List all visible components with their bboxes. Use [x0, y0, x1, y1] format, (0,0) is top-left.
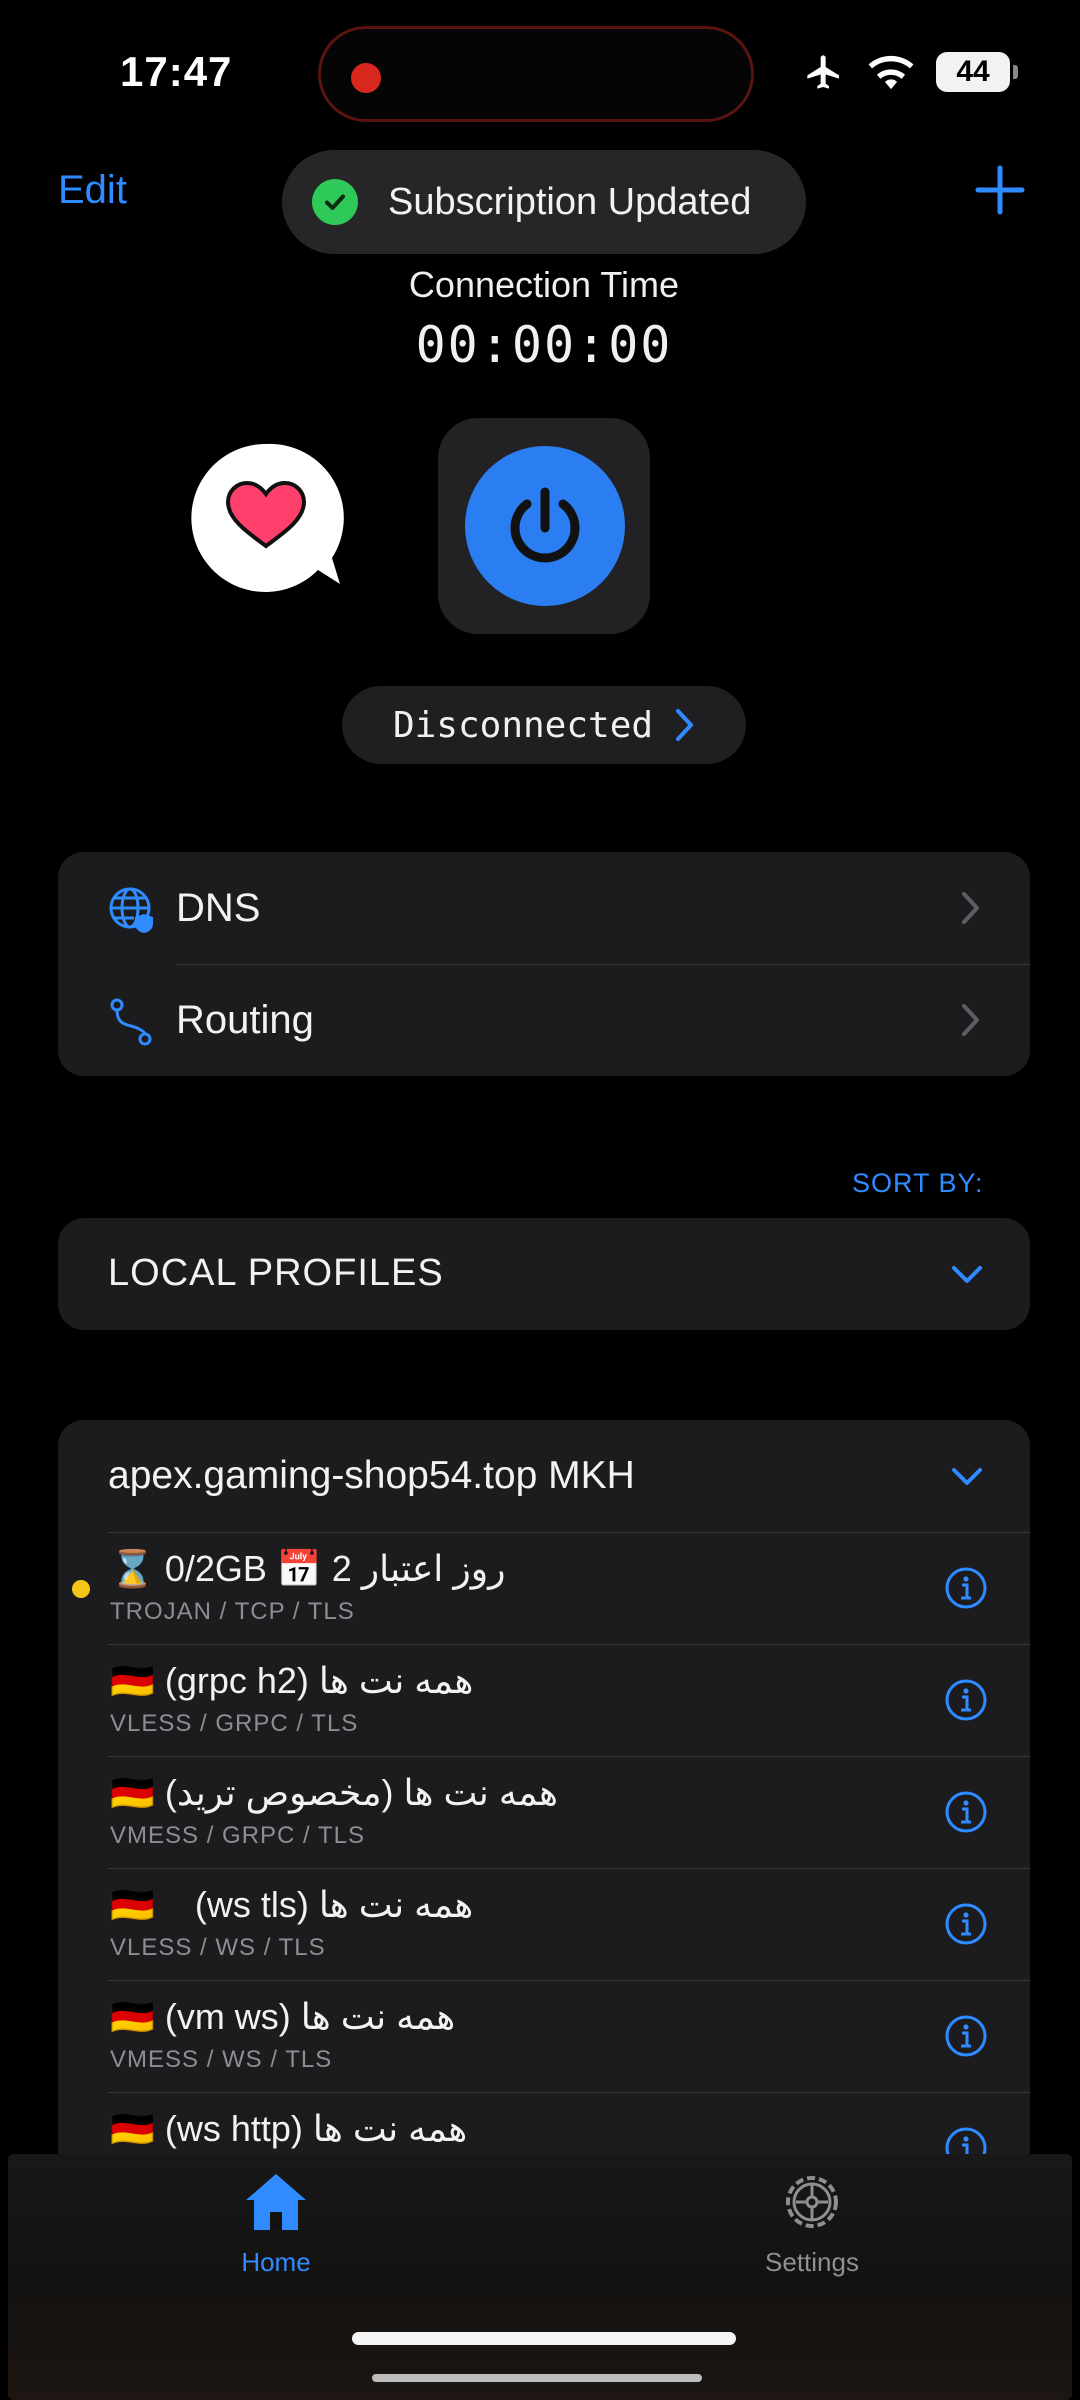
sort-by-button[interactable]: SORT BY:: [852, 1168, 984, 1199]
tab-settings[interactable]: Settings: [712, 2170, 912, 2278]
profile-row[interactable]: ⌛ 0/2GB 📅 2 روز اعتبار TROJAN / TCP / TL…: [58, 1532, 1030, 1644]
route-icon: [110, 998, 152, 1046]
info-icon[interactable]: [944, 1790, 988, 1834]
divider: [108, 1980, 1030, 1981]
recording-indicator: [351, 63, 381, 93]
power-icon: [510, 487, 580, 563]
profile-protocol: VMESS / WS / TLS: [110, 2046, 333, 2073]
divider: [108, 1868, 1030, 1869]
info-icon[interactable]: [944, 1902, 988, 1946]
connection-status-button[interactable]: Disconnected: [342, 686, 746, 764]
wifi-icon: [868, 55, 914, 90]
status-time: 17:47: [120, 48, 233, 95]
battery-icon: 44: [936, 52, 1018, 92]
profile-name: 🇩🇪 (grpc h2) همه نت ها: [110, 1660, 474, 1701]
chevron-right-icon: [676, 709, 694, 741]
menu-item-dns[interactable]: DNS: [58, 852, 1030, 964]
subscription-group: apex.gaming-shop54.top MKH ⌛ 0/2GB 📅 2 ر…: [58, 1420, 1030, 2220]
subscription-header[interactable]: apex.gaming-shop54.top MKH: [58, 1420, 1030, 1532]
profile-row[interactable]: 🇩🇪 (مخصوص ترید) همه نت ها VMESS / GRPC /…: [58, 1756, 1030, 1868]
menu-item-label: DNS: [176, 885, 261, 930]
status-icons: 44: [802, 52, 1018, 92]
subscription-updated-toast: Subscription Updated: [282, 150, 806, 254]
local-profiles-dropdown[interactable]: LOCAL PROFILES: [58, 1218, 1030, 1330]
menu-item-label: Routing: [176, 997, 314, 1042]
power-button[interactable]: [465, 446, 625, 606]
profile-protocol: VMESS / GRPC / TLS: [110, 1822, 365, 1849]
local-profiles-label: LOCAL PROFILES: [108, 1252, 444, 1294]
profile-protocol: VLESS / GRPC / TLS: [110, 1710, 359, 1737]
globe-shield-icon: [109, 887, 153, 933]
tab-bar: Home Settings: [8, 2154, 1072, 2400]
info-icon[interactable]: [944, 1678, 988, 1722]
profile-protocol: VLESS / WS / TLS: [110, 1934, 326, 1961]
info-icon[interactable]: [944, 1566, 988, 1610]
profile-name: 🇩🇪 (مخصوص ترید) همه نت ها: [110, 1772, 558, 1813]
profile-name: 🇩🇪 (ws tls) همه نت ها: [110, 1884, 474, 1925]
connection-timer: 00:00:00: [415, 316, 673, 374]
active-profile-indicator: [72, 1580, 90, 1598]
heart-bubble-icon[interactable]: [190, 442, 350, 594]
profile-protocol: TROJAN / TCP / TLS: [110, 1598, 355, 1625]
profile-name: 🇩🇪 (vm ws) همه نت ها: [110, 1996, 456, 2037]
profile-row[interactable]: 🇩🇪 (grpc h2) همه نت ها VLESS / GRPC / TL…: [58, 1644, 1030, 1756]
network-settings-group: DNS Routing: [58, 852, 1030, 1076]
gear-icon: [786, 2176, 838, 2228]
plus-icon[interactable]: [972, 162, 1028, 218]
tab-label: Home: [241, 2247, 311, 2277]
info-icon[interactable]: [944, 2014, 988, 2058]
home-indicator[interactable]: [352, 2332, 736, 2345]
chevron-down-icon: [952, 1266, 982, 1283]
divider: [108, 1644, 1030, 1645]
chevron-down-icon: [952, 1468, 982, 1485]
divider: [108, 1532, 1030, 1533]
profile-row[interactable]: 🇩🇪 (vm ws) همه نت ها VMESS / WS / TLS: [58, 1980, 1030, 2092]
subscription-name: apex.gaming-shop54.top MKH: [108, 1454, 635, 1497]
dynamic-island: [318, 26, 754, 122]
check-circle-icon: [312, 179, 358, 225]
home-indicator-shadow: [372, 2374, 702, 2382]
power-button-container: [438, 418, 650, 634]
edit-button[interactable]: Edit: [58, 168, 127, 213]
divider: [108, 1756, 1030, 1757]
chevron-right-icon: [962, 892, 979, 924]
tab-label: Settings: [765, 2247, 859, 2277]
menu-item-routing[interactable]: Routing: [58, 964, 1030, 1076]
connection-time-label: Connection Time: [408, 264, 680, 305]
divider: [108, 2092, 1030, 2093]
connection-status-label: Disconnected: [392, 704, 654, 746]
profile-row[interactable]: 🇩🇪 (ws tls) همه نت ها VLESS / WS / TLS: [58, 1868, 1030, 1980]
profile-name: ⌛ 0/2GB 📅 2 روز اعتبار: [110, 1548, 506, 1589]
airplane-icon: [807, 55, 839, 89]
house-icon: [246, 2174, 306, 2230]
chevron-right-icon: [962, 1004, 979, 1036]
profile-name: 🇩🇪 (ws http) همه نت ها: [110, 2108, 468, 2149]
tab-home[interactable]: Home: [176, 2170, 376, 2278]
toast-text: Subscription Updated: [388, 180, 752, 223]
